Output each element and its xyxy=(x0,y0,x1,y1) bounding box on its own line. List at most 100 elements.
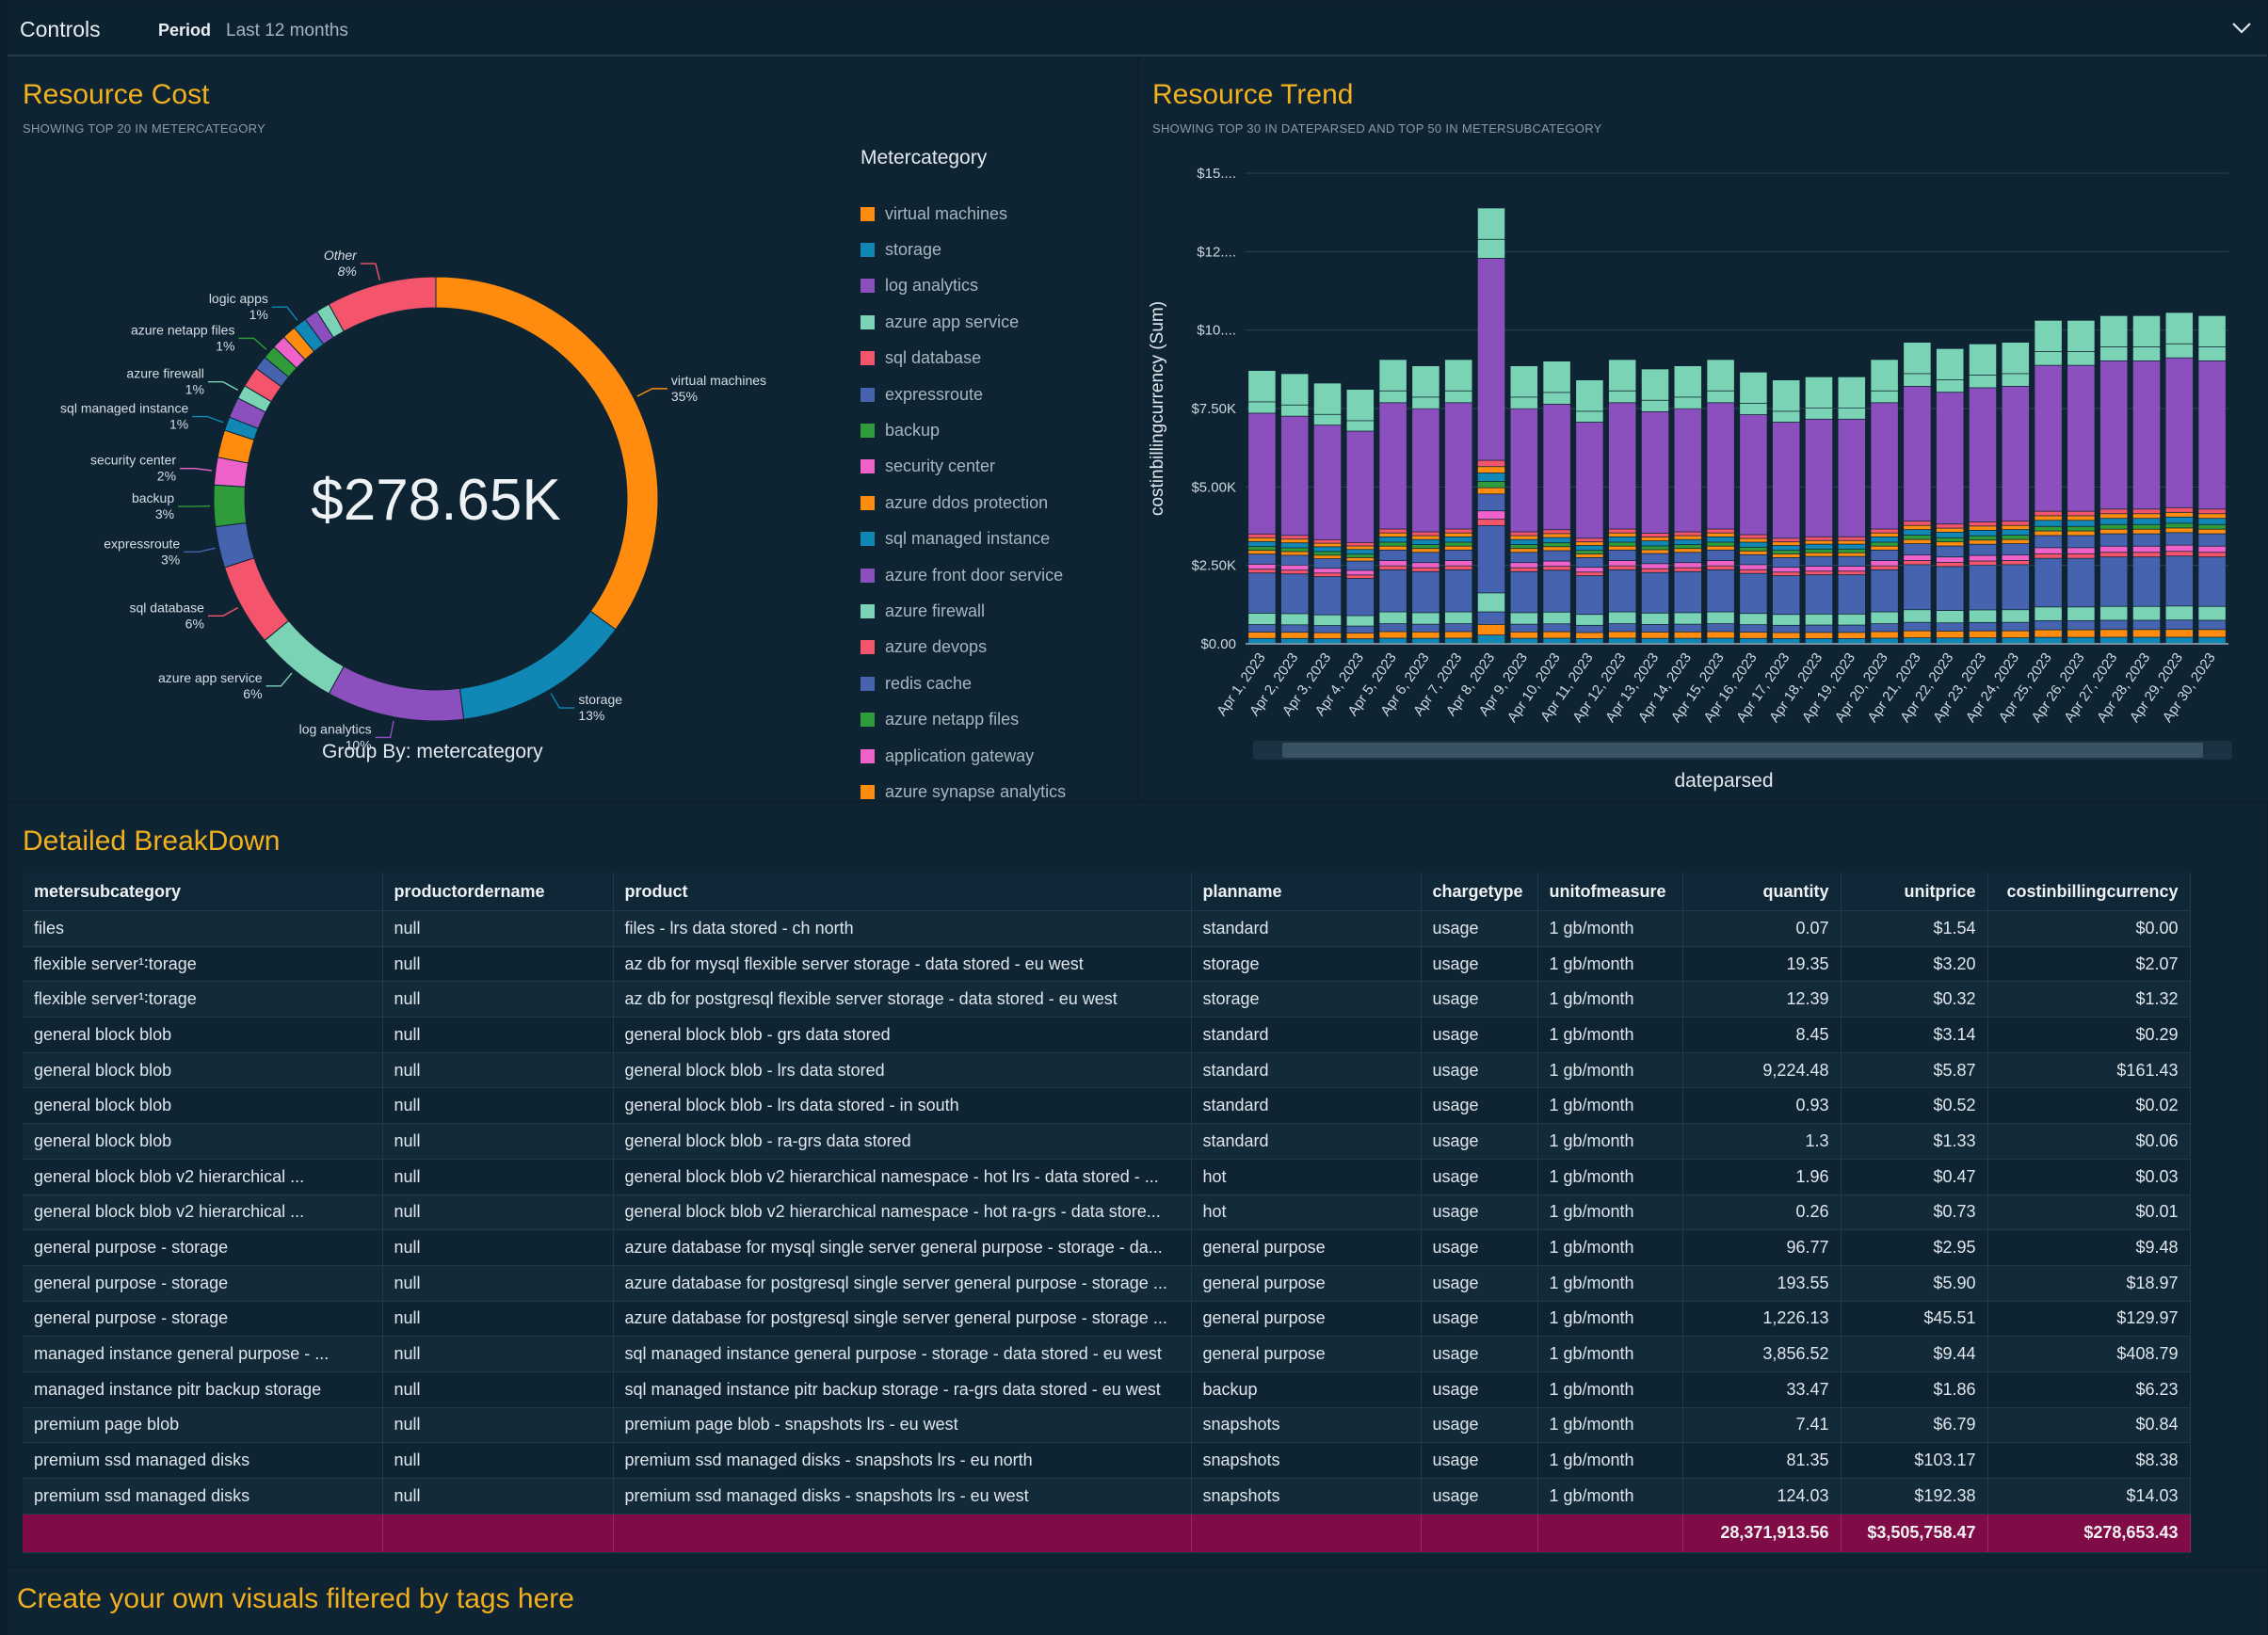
bar-segment[interactable] xyxy=(1707,537,1734,542)
bar-segment[interactable] xyxy=(1805,419,1833,537)
bar-segment[interactable] xyxy=(1379,624,1407,632)
bar-27[interactable] xyxy=(2099,315,2128,644)
bar-segment[interactable] xyxy=(1674,553,1702,563)
bar-segment[interactable] xyxy=(1969,536,1997,540)
bar-segment[interactable] xyxy=(1313,633,1342,639)
column-header-product[interactable]: product xyxy=(613,873,1192,911)
bar-segment[interactable] xyxy=(1510,545,1538,549)
bar-segment[interactable] xyxy=(1772,545,1800,551)
bar-segment[interactable] xyxy=(1871,569,1898,612)
bar-segment[interactable] xyxy=(2132,347,2161,361)
bar-segment[interactable] xyxy=(1477,494,1505,511)
bar-segment[interactable] xyxy=(1772,422,1800,538)
bar-segment[interactable] xyxy=(1379,391,1407,403)
bar-segment[interactable] xyxy=(2198,606,2226,620)
bar-segment[interactable] xyxy=(1379,566,1407,569)
bar-segment[interactable] xyxy=(2099,347,2128,361)
bar-segment[interactable] xyxy=(1477,467,1505,473)
bar-segment[interactable] xyxy=(2099,315,2128,347)
bar-segment[interactable] xyxy=(1543,632,1570,638)
bar-segment[interactable] xyxy=(1543,547,1570,551)
bar-segment[interactable] xyxy=(1576,545,1603,551)
bar-segment[interactable] xyxy=(1313,615,1342,626)
bar-segment[interactable] xyxy=(1543,570,1570,612)
bar-segment[interactable] xyxy=(1641,400,1669,411)
bar-segment[interactable] xyxy=(2035,553,2062,558)
bar-segment[interactable] xyxy=(2067,630,2095,637)
bar-segment[interactable] xyxy=(2198,315,2226,347)
table-row[interactable]: premium ssd managed disks null premium ssd… xyxy=(23,1442,2191,1479)
bar-segment[interactable] xyxy=(2067,526,2095,531)
bar-segment[interactable] xyxy=(2198,630,2226,637)
bar-segment[interactable] xyxy=(2165,637,2194,644)
bar-segment[interactable] xyxy=(1707,550,1734,561)
table-row[interactable]: managed instance general purpose - ... nu… xyxy=(23,1336,2191,1372)
bar-segment[interactable] xyxy=(1871,560,1898,566)
bar-segment[interactable] xyxy=(2002,554,2030,561)
bar-segment[interactable] xyxy=(1510,366,1538,397)
bar-segment[interactable] xyxy=(1674,613,1702,624)
bar-segment[interactable] xyxy=(1379,537,1407,542)
bar-segment[interactable] xyxy=(1969,565,1997,610)
bar-segment[interactable] xyxy=(1772,638,1800,644)
legend-item[interactable]: azure ddos protection xyxy=(861,485,1066,521)
bar-segment[interactable] xyxy=(1477,511,1505,520)
bar-segment[interactable] xyxy=(2067,516,2095,521)
table-row[interactable]: general purpose - storage null azure datab… xyxy=(23,1265,2191,1302)
column-header-planname[interactable]: planname xyxy=(1191,873,1422,911)
bar-segment[interactable] xyxy=(1444,546,1472,550)
bar-segment[interactable] xyxy=(1248,534,1276,537)
table-row[interactable]: files null files - lrs data stored - ch no… xyxy=(23,910,2191,947)
bar-segment[interactable] xyxy=(1248,547,1276,551)
bar-segment[interactable] xyxy=(1248,402,1276,413)
bar-segment[interactable] xyxy=(1805,625,1833,633)
bar-segment[interactable] xyxy=(1444,632,1472,638)
bar-segment[interactable] xyxy=(2165,528,2194,533)
bar-segment[interactable] xyxy=(1838,614,1866,625)
period-value[interactable]: Last 12 months xyxy=(226,21,348,41)
bar-segment[interactable] xyxy=(1510,624,1538,632)
bar-segment[interactable] xyxy=(2099,524,2128,529)
bar-segment[interactable] xyxy=(2067,607,2095,620)
bar-segment[interactable] xyxy=(1904,610,1931,622)
bar-segment[interactable] xyxy=(2165,556,2194,606)
bar-segment[interactable] xyxy=(1477,520,1505,525)
bar-segment[interactable] xyxy=(1379,533,1407,537)
bar-segment[interactable] xyxy=(2002,622,2030,631)
bar-segment[interactable] xyxy=(1936,532,1964,537)
bar-segment[interactable] xyxy=(1248,613,1276,625)
bar-segment[interactable] xyxy=(1969,521,1997,526)
bar-segment[interactable] xyxy=(2035,558,2062,607)
donut-slice-other[interactable] xyxy=(328,276,437,332)
table-row[interactable]: general block blob v2 hierarchical ... nu… xyxy=(23,1159,2191,1195)
bar-segment[interactable] xyxy=(1576,576,1603,615)
bar-segment[interactable] xyxy=(1379,550,1407,561)
bar-segment[interactable] xyxy=(1772,411,1800,423)
bar-segment[interactable] xyxy=(1510,553,1538,563)
bar-segment[interactable] xyxy=(2067,536,2095,548)
bar-segment[interactable] xyxy=(1313,425,1342,539)
bar-6[interactable] xyxy=(1412,366,1440,644)
bar-segment[interactable] xyxy=(1674,624,1702,632)
bar-segment[interactable] xyxy=(1412,549,1440,553)
legend-item[interactable]: azure firewall xyxy=(861,593,1066,629)
bar-segment[interactable] xyxy=(1936,380,1964,393)
bar-16[interactable] xyxy=(1740,372,1767,644)
bar-segment[interactable] xyxy=(1576,422,1603,538)
bar-segment[interactable] xyxy=(1280,552,1309,555)
bar-segment[interactable] xyxy=(1707,542,1734,546)
bar-segment[interactable] xyxy=(2035,511,2062,516)
bar-segment[interactable] xyxy=(1576,551,1603,554)
column-header-unitprice[interactable]: unitprice xyxy=(1841,873,1988,911)
bar-segment[interactable] xyxy=(2067,548,2095,553)
bar-17[interactable] xyxy=(1772,380,1800,644)
bar-segment[interactable] xyxy=(1871,612,1898,624)
bar-segment[interactable] xyxy=(1936,638,1964,644)
bar-29[interactable] xyxy=(2165,313,2194,644)
bar-segment[interactable] xyxy=(1969,638,1997,644)
bar-segment[interactable] xyxy=(2165,533,2194,545)
column-header-unitofmeasure[interactable]: unitofmeasure xyxy=(1537,873,1683,911)
bar-segment[interactable] xyxy=(1772,553,1800,557)
donut-slice-virtual-machines[interactable] xyxy=(435,276,659,631)
bar-segment[interactable] xyxy=(2099,553,2128,557)
